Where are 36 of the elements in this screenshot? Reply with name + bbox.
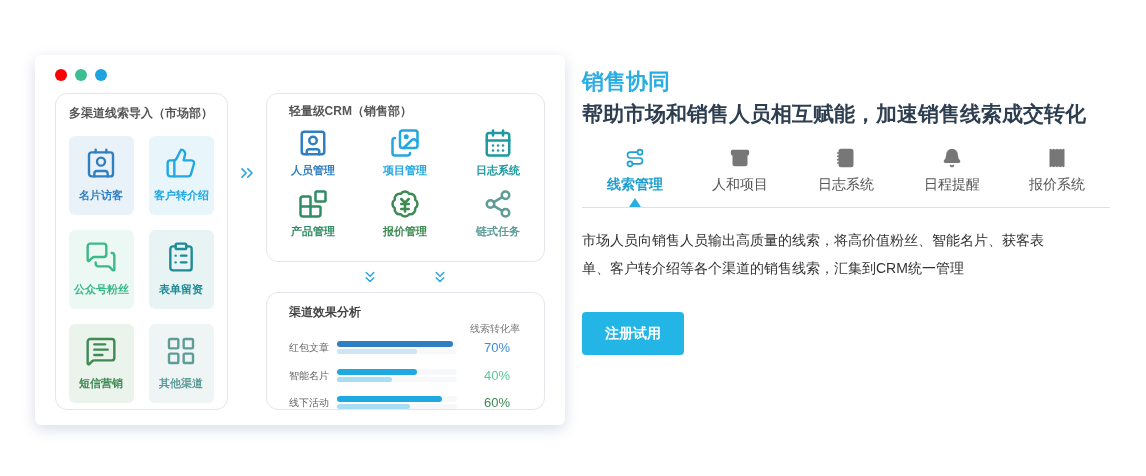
module-label: 人员管理 — [290, 163, 335, 178]
chat-bubbles-icon — [85, 241, 118, 274]
feature-tab[interactable]: 日志系统 — [793, 146, 899, 207]
module-label: 项目管理 — [383, 163, 428, 178]
tile-label: 表单留资 — [159, 282, 204, 298]
row-label: 智能名片 — [288, 368, 330, 383]
description: 市场人员向销售人员输出高质量的线索，将高价值粉丝、智能名片、获客表单、客户转介绍等各个渠道的销售线索，汇集到CRM统一管理 — [582, 231, 1045, 278]
route-icon — [624, 148, 645, 168]
conversion-rate: 60% — [483, 394, 510, 412]
conversion-rate: 40% — [483, 366, 510, 385]
row-label: 红包文章 — [288, 341, 330, 356]
tile-label: 名片访客 — [79, 188, 124, 204]
tile-label: 短信营销 — [79, 376, 124, 392]
panel-title: 轻量级CRM（销售部） — [288, 103, 413, 120]
tile-label: 其他渠道 — [159, 376, 204, 392]
message-icon — [85, 335, 118, 368]
conversion-rate: 70% — [483, 339, 510, 357]
feature-tab[interactable]: 报价系统 — [1004, 146, 1110, 207]
thumbs-up-icon — [165, 147, 198, 180]
module-label: 报价管理 — [383, 223, 428, 239]
tile-label: 公众号粉丝 — [73, 282, 129, 298]
selected-indicator — [628, 198, 641, 207]
feature-tab[interactable]: 日程提醒 — [898, 146, 1005, 207]
module-label: 产品管理 — [290, 223, 335, 239]
feature-tab[interactable]: 人和项目 — [687, 146, 794, 207]
tile-label: 客户转介绍 — [153, 188, 209, 204]
panel-title: 渠道效果分析 — [288, 304, 362, 321]
section-subtitle: 帮助市场和销售人员相互赋能，加速销售线索成交转化 — [582, 101, 1087, 127]
column-header: 线索转化率 — [470, 322, 520, 336]
row-label: 线下活动 — [288, 396, 330, 411]
module-label: 链式任务 — [475, 223, 520, 239]
notebook-icon — [836, 148, 856, 168]
module-label: 日志系统 — [475, 163, 520, 178]
panel-title: 多渠道线索导入（市场部） — [69, 105, 214, 122]
section-title: 销售协同 — [582, 68, 671, 96]
bell-icon — [941, 148, 962, 168]
